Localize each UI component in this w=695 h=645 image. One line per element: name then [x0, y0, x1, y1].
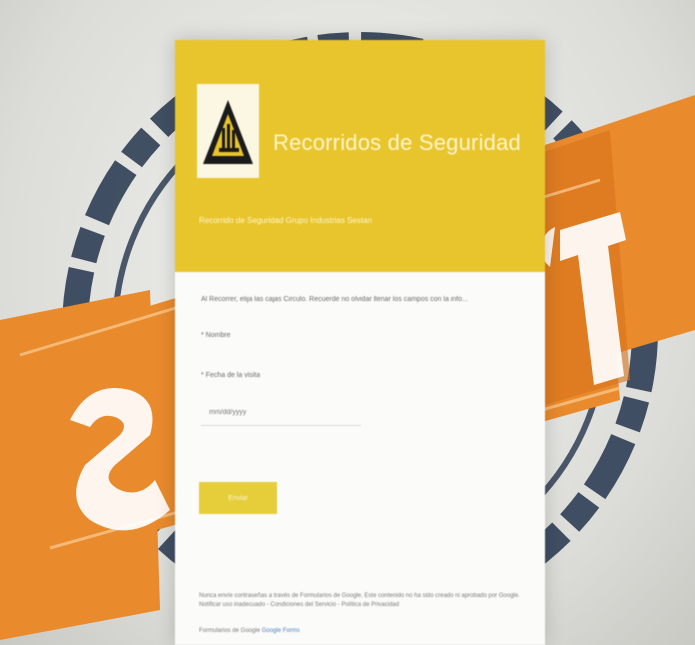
form-instructions: Al Recorrer, elija las cajas Circulo. Re… [201, 296, 468, 303]
footer-disclaimer: Nunca envíe contraseñas a través de Form… [199, 593, 520, 608]
submit-button[interactable]: Enviar [199, 482, 277, 514]
footer-link-row: Formularios de Google Google Forms [199, 628, 300, 634]
form-subtitle: Recorrido de Seguridad Grupo Industrias … [199, 216, 372, 225]
date-label: * Fecha de la visita [201, 372, 261, 379]
form-header: Recorridos de Seguridad Recorrido de Seg… [175, 40, 545, 272]
form-title: Recorridos de Seguridad [273, 130, 521, 155]
hazard-triangle-logo-icon [197, 84, 259, 178]
form-card: Recorridos de Seguridad Recorrido de Seg… [175, 40, 545, 645]
form-body: Al Recorrer, elija las cajas Circulo. Re… [175, 272, 545, 645]
google-forms-link[interactable]: Google Forms [262, 628, 300, 634]
date-input[interactable] [201, 400, 361, 426]
name-label: * Nombre [201, 332, 231, 339]
footer-link-prefix: Formularios de Google [199, 628, 261, 634]
